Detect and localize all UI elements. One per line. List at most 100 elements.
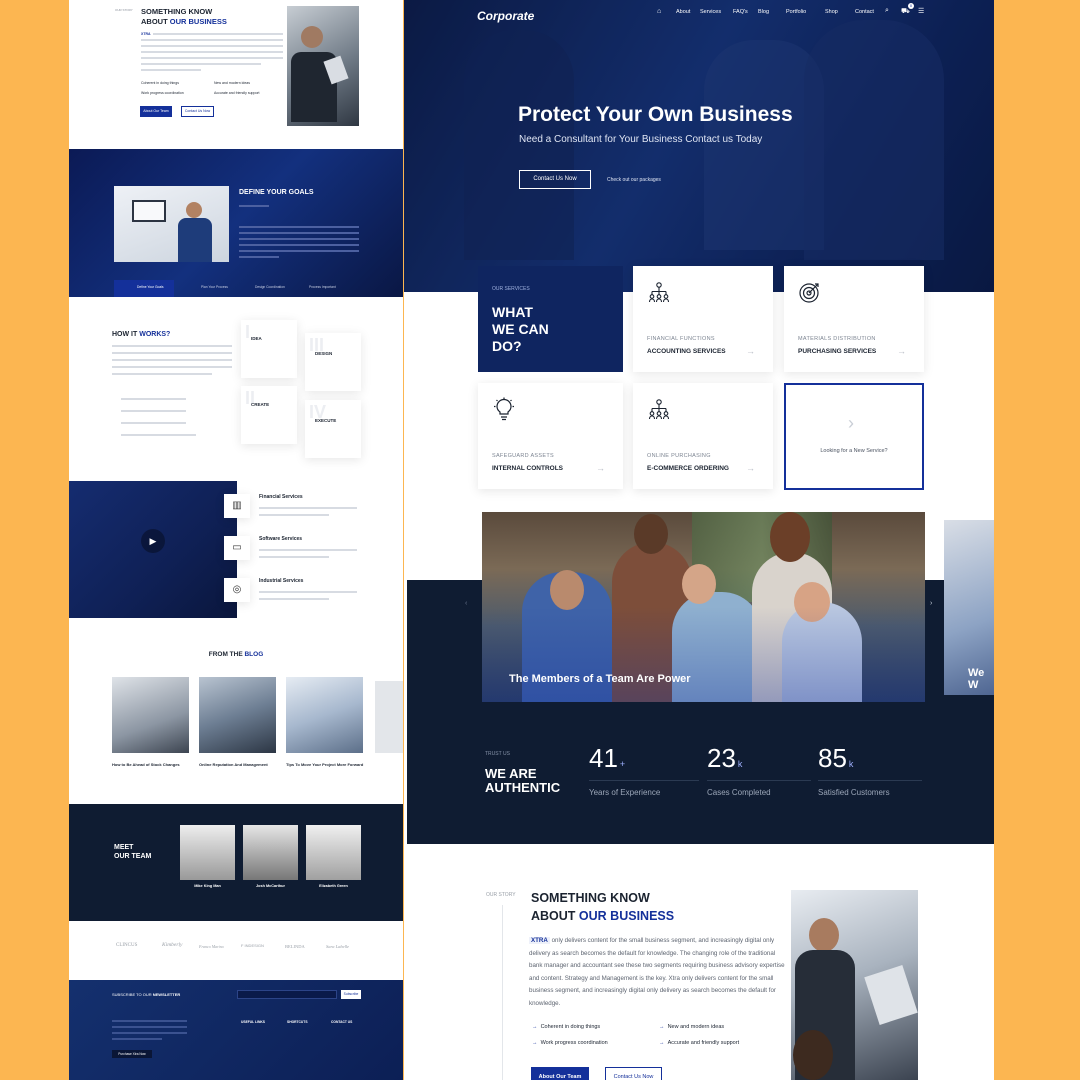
about-label: OUR STORY [115,8,133,12]
lightbulb-icon [494,397,514,421]
team-banner-photo: The Members of a Team Are Power [482,512,925,702]
client-logo: Sara Labelle [326,944,350,949]
prev-arrow-icon[interactable]: ‹ [465,600,467,607]
service-title: Industrial Services [259,578,304,584]
about-title-line2: ABOUT OUR BUSINESS [141,17,227,26]
left-preview-column: OUR STORY SOMETHING KNOW ABOUT OUR BUSIN… [69,0,403,1080]
service-category: FINANCIAL FUNCTIONS [647,336,715,342]
hero-section: Corporate ⌂ About Services FAQ's Blog Po… [404,0,994,292]
team-banner-caption: The Members of a Team Are Power [509,673,691,685]
search-icon[interactable]: ⌕ [885,7,889,15]
about-feature: Coherent in doing things [141,81,179,85]
team-photo [243,825,298,880]
blog-thumb[interactable] [286,677,363,753]
arrow-right-icon: → [596,463,605,473]
goals-tab[interactable]: Process Important [309,285,336,289]
hero-contact-button[interactable]: Contact Us Now [519,170,591,189]
about-feature: → New and modern ideas [659,1024,725,1030]
nav-faqs[interactable]: FAQ's [733,9,748,15]
purchase-button[interactable]: Purchase Xtra Now [112,1050,152,1058]
about-body: XTRA only delivers content for the small… [529,937,785,1007]
client-logo: BELINDA [285,944,305,949]
goals-tab[interactable]: Define Your Goals [137,285,164,289]
blog-thumb[interactable] [112,677,189,753]
arrow-right-icon: → [746,463,755,473]
stats-title-line1: WE ARE [485,766,537,781]
nav-services[interactable]: Services [700,9,721,15]
nav-about[interactable]: About [676,9,690,15]
blog-post-title[interactable]: Online Reputation And Management [199,762,277,768]
team-photo [306,825,361,880]
client-logo: Franco Marino [199,944,224,949]
about-feature: → Coherent in doing things [532,1024,601,1030]
office-photo [791,890,918,1080]
about-feature: Accurate and friendly support [214,91,260,95]
nav-contact[interactable]: Contact [855,9,874,15]
client-logo: F INDESIGN [241,943,264,948]
service-card[interactable]: MATERIALS DISTRIBUTION PURCHASING SERVIC… [784,266,924,372]
client-logo: CLINCUS [116,943,138,948]
service-card[interactable]: ONLINE PURCHASING E-COMMERCE ORDERING → [633,383,773,489]
next-arrow-icon[interactable]: › [930,600,932,607]
stats-title-line2: AUTHENTIC [485,780,561,795]
about-team-button[interactable]: About Our Team [140,106,172,117]
newsletter-label: SUBSCRIBE TO OUR NEWSLETTER [112,992,181,997]
nav-portfolio[interactable]: Portfolio [786,9,806,15]
next-slide-peek: We W [944,520,994,695]
cart-count: 0 [908,3,914,9]
stats-label: TRUST US [485,751,510,757]
newsletter-input[interactable] [237,990,337,999]
service-card[interactable]: FINANCIAL FUNCTIONS ACCOUNTING SERVICES … [633,266,773,372]
team-section: MEET OUR TEAM Mike King Man Josh McCarth… [69,804,403,921]
nav-shop[interactable]: Shop [825,9,838,15]
office-photo [287,6,359,126]
arrow-right-icon: → [897,346,906,356]
about-title-line1: SOMETHING KNOW [531,891,650,905]
blog-post-title[interactable]: Tips To Move Your Project More Forward [286,762,366,768]
menu-icon[interactable]: ☰ [918,7,924,15]
service-title: PURCHASING SERVICES [798,348,877,355]
contact-button[interactable]: Contact Us Now [605,1067,662,1080]
blog-post-title[interactable]: How to Be Ahead of Stock Changes [112,762,192,768]
new-service-card[interactable]: › Looking for a New Service? [784,383,924,490]
services-intro: OUR SERVICES WHAT WE CAN DO? [478,266,623,372]
service-category: MATERIALS DISTRIBUTION [798,336,876,342]
goals-section: DEFINE YOUR GOALS Define Your Goals Plan… [69,149,403,297]
stat-years: 41 + [589,743,626,773]
stat-label: Years of Experience [589,788,661,797]
play-icon[interactable]: ▶ [141,529,165,553]
blog-title: FROM THE BLOG [208,651,264,658]
goals-tab[interactable]: Plan Your Process [201,285,228,289]
about-title-line2: ABOUT OUR BUSINESS [531,909,675,923]
stat-label: Satisfied Customers [818,788,890,797]
service-category: SAFEGUARD ASSETS [492,453,554,459]
about-label: OUR STORY [486,892,516,898]
subscribe-button[interactable]: Subscribe [341,990,361,999]
how-title: HOW IT WORKS? [112,331,171,338]
client-logo: Kimberly [162,942,183,948]
service-title: E-COMMERCE ORDERING [647,465,729,472]
main-preview-column: Corporate ⌂ About Services FAQ's Blog Po… [404,0,994,1080]
about-team-button[interactable]: About Our Team [531,1067,589,1080]
about-badge: XTRA [141,32,151,36]
packages-link[interactable]: Check out our packages [607,177,661,183]
home-icon[interactable]: ⌂ [657,8,661,15]
service-title: ACCOUNTING SERVICES [647,348,726,355]
hero-subtitle: Need a Consultant for Your Business Cont… [519,134,763,145]
about-feature: New and modern ideas [214,81,250,85]
about-feature: Work progress coordination [141,91,184,95]
step-card: I IDEA [241,320,297,378]
about-feature: → Work progress coordination [532,1040,608,1046]
blog-thumb[interactable] [199,677,276,753]
about-feature: → Accurate and friendly support [659,1040,740,1046]
people-network-icon [648,399,670,420]
footer-section: SUBSCRIBE TO OUR NEWSLETTER Subscribe Pu… [69,980,403,1080]
monitor-icon: ▭ [224,536,250,560]
contact-button[interactable]: Contact Us Now [181,106,214,117]
stat-cases: 23 k [707,743,743,773]
service-card[interactable]: SAFEGUARD ASSETS INTERNAL CONTROLS → [478,383,623,489]
site-logo[interactable]: Corporate [477,9,534,23]
goals-tab[interactable]: Design Coordination [255,285,285,289]
new-service-label: Looking for a New Service? [820,448,888,454]
nav-blog[interactable]: Blog [758,9,769,15]
